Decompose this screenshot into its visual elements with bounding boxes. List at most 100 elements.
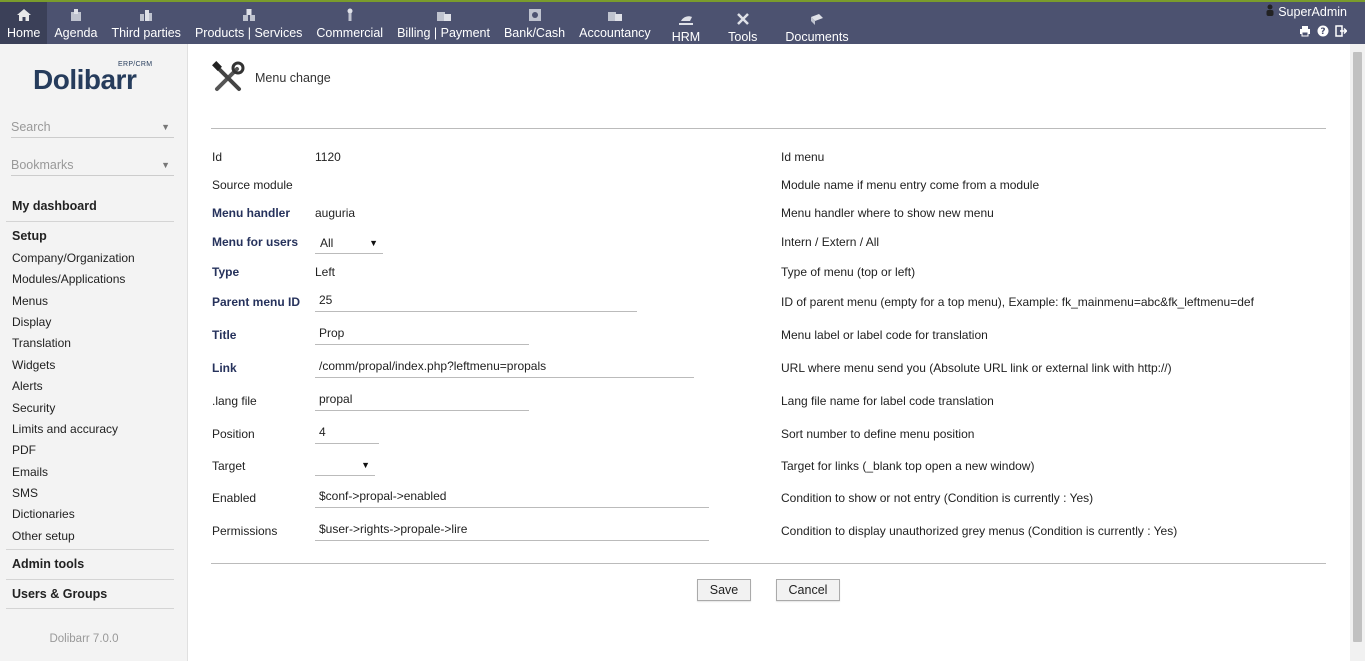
sidebar-setup[interactable]: Setup (12, 229, 47, 243)
logo-tag: ERP/CRM (118, 61, 153, 68)
nav-label: HRM (671, 30, 701, 44)
logout-icon[interactable] (1335, 25, 1347, 37)
sidebar-admin-tools[interactable]: Admin tools (12, 557, 84, 571)
sidebar-item-pdf[interactable]: PDF (12, 443, 36, 457)
nav-label: Accountancy (579, 26, 651, 40)
label-position: Position (212, 427, 255, 441)
sidebar-item-emails[interactable]: Emails (12, 465, 48, 479)
cancel-button[interactable]: Cancel (776, 579, 840, 601)
row-id: Id 1120 Id menu (188, 150, 1350, 180)
help-lang-file: Lang file name for label code translatio… (781, 394, 994, 408)
sidebar-item-display[interactable]: Display (12, 315, 51, 329)
nav-hrm[interactable]: HRM (658, 2, 714, 44)
label-menu-handler: Menu handler (212, 206, 291, 220)
nav-label: Billing | Payment (397, 26, 490, 40)
nav-tools[interactable]: Tools (714, 2, 771, 44)
position-input[interactable] (315, 420, 379, 444)
left-sidebar: Dolibarr ERP/CRM Search ▼ Bookmarks ▼ My… (0, 44, 188, 661)
enabled-input[interactable] (315, 484, 709, 508)
help-title: Menu label or label code for translation (781, 328, 988, 342)
help-target: Target for links (_blank top open a new … (781, 459, 1035, 473)
sidebar-my-dashboard[interactable]: My dashboard (12, 199, 97, 213)
nav-label: Commercial (316, 26, 384, 40)
top-menu-bar: Home Agenda Third parties Products | Ser… (0, 0, 1365, 44)
target-select[interactable]: ▼ (315, 454, 375, 476)
chevron-down-icon: ▼ (361, 459, 370, 470)
value-menu-handler: auguria (315, 206, 356, 220)
label-id: Id (212, 150, 223, 164)
chevron-down-icon: ▼ (369, 237, 378, 248)
print-icon[interactable] (1299, 25, 1311, 37)
search-select[interactable]: Search ▼ (11, 116, 174, 138)
header-divider (211, 128, 1326, 129)
sidebar-item-menus[interactable]: Menus (12, 294, 48, 308)
help-menu-for-users: Intern / Extern / All (781, 235, 880, 249)
save-button[interactable]: Save (697, 579, 751, 601)
bookmarks-select[interactable]: Bookmarks ▼ (11, 154, 174, 176)
value-id: 1120 (315, 150, 341, 164)
sidebar-item-other-setup[interactable]: Other setup (12, 529, 75, 543)
lang-file-input[interactable] (315, 387, 529, 411)
nav-label: Products | Services (194, 26, 303, 40)
label-link: Link (212, 361, 237, 375)
label-permissions: Permissions (212, 524, 278, 538)
nav-documents[interactable]: Documents (771, 2, 862, 44)
tools-icon (211, 61, 247, 95)
menu-for-users-select[interactable]: All ▼ (315, 232, 383, 254)
nav-agenda[interactable]: Agenda (47, 2, 104, 44)
sidebar-divider (6, 221, 174, 222)
app-version: Dolibarr 7.0.0 (49, 633, 119, 645)
title-input[interactable] (315, 321, 529, 345)
nav-label: Bank/Cash (503, 26, 566, 40)
scrollbar-thumb[interactable] (1353, 52, 1362, 642)
label-source-module: Source module (212, 178, 293, 192)
accountancy-icon (607, 8, 623, 22)
permissions-input[interactable] (315, 517, 709, 541)
row-source-module: Source module Module name if menu entry … (188, 178, 1350, 208)
app-logo[interactable]: Dolibarr (33, 64, 137, 96)
tools-icon (735, 12, 751, 26)
hrm-icon (678, 12, 694, 26)
vertical-scrollbar[interactable] (1350, 44, 1365, 661)
main-nav: Home Agenda Third parties Products | Ser… (0, 2, 863, 44)
commercial-icon (342, 8, 358, 22)
sidebar-users-groups[interactable]: Users & Groups (12, 587, 107, 601)
nav-accountancy[interactable]: Accountancy (572, 2, 658, 44)
sidebar-item-modules[interactable]: Modules/Applications (12, 272, 125, 286)
search-placeholder: Search (11, 119, 51, 134)
user-login[interactable]: SuperAdmin (1266, 4, 1347, 19)
menu-for-users-value: All (320, 235, 334, 250)
value-type: Left (315, 265, 336, 279)
sidebar-item-security[interactable]: Security (12, 401, 55, 415)
sidebar-item-company[interactable]: Company/Organization (12, 251, 135, 265)
nav-billing-payment[interactable]: Billing | Payment (390, 2, 497, 44)
sidebar-item-limits[interactable]: Limits and accuracy (12, 422, 118, 436)
sidebar-item-translation[interactable]: Translation (12, 336, 71, 350)
nav-label: Tools (728, 30, 758, 44)
help-parent-menu-id: ID of parent menu (empty for a top menu)… (781, 295, 1254, 309)
footer-divider (211, 563, 1326, 564)
home-icon (16, 8, 32, 22)
row-permissions: Permissions Condition to display unautho… (188, 517, 1350, 554)
help-link: URL where menu send you (Absolute URL li… (781, 361, 1172, 375)
nav-commercial[interactable]: Commercial (309, 2, 390, 44)
label-lang-file: .lang file (212, 394, 257, 408)
sidebar-item-alerts[interactable]: Alerts (12, 379, 43, 393)
sidebar-item-dictionaries[interactable]: Dictionaries (12, 507, 75, 521)
sidebar-item-sms[interactable]: SMS (12, 486, 38, 500)
agenda-icon (68, 8, 84, 22)
sidebar-item-widgets[interactable]: Widgets (12, 358, 55, 372)
nav-bank-cash[interactable]: Bank/Cash (497, 2, 572, 44)
help-type: Type of menu (top or left) (781, 265, 916, 279)
help-icon[interactable]: ? (1317, 25, 1329, 37)
label-enabled: Enabled (212, 491, 257, 505)
nav-home[interactable]: Home (0, 2, 48, 44)
nav-third-parties[interactable]: Third parties (104, 2, 187, 44)
chevron-down-icon: ▼ (161, 159, 170, 170)
parent-menu-id-input[interactable] (315, 288, 637, 312)
label-title: Title (212, 328, 237, 342)
products-icon (241, 8, 257, 22)
link-input[interactable] (315, 354, 694, 378)
nav-products-services[interactable]: Products | Services (188, 2, 309, 44)
user-tools: ? (1266, 25, 1347, 37)
